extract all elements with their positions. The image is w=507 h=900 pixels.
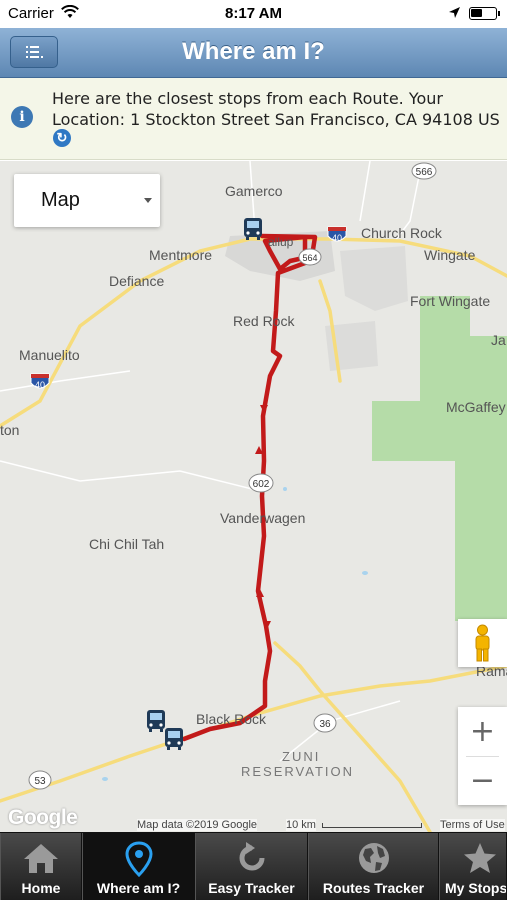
map-label-wingate: Wingate	[424, 247, 476, 263]
zoom-control: + −	[458, 707, 507, 805]
interstate-40-shield: 40	[30, 373, 50, 390]
zoom-in-button[interactable]: +	[458, 707, 507, 756]
svg-text:566: 566	[416, 167, 433, 178]
tab-routes-tracker[interactable]: Routes Tracker	[308, 833, 439, 900]
map-label-reservation: RESERVATION	[241, 764, 355, 779]
interstate-40-shield: 40	[327, 226, 347, 243]
map-type-selector[interactable]: Map	[14, 174, 160, 227]
dropdown-caret-icon	[144, 198, 152, 203]
map-label-fort-wingate: Fort Wingate	[410, 293, 491, 309]
map-label-ton: ton	[0, 422, 20, 438]
battery-icon	[469, 7, 500, 20]
tab-my-stops-label: My Stops	[445, 880, 507, 896]
route-566-shield: 566	[411, 162, 437, 180]
map-view[interactable]: Gamerco Church Rock Mentmore allup Winga…	[0, 161, 507, 832]
map-scale-bar	[322, 823, 422, 828]
tab-where-am-i-label: Where am I?	[96, 880, 181, 896]
map-label-gallup: allup	[268, 235, 294, 249]
info-text: Here are the closest stops from each Rou…	[52, 88, 504, 130]
info-text-line2: Location: 1 Stockton Street San Francisc…	[52, 110, 500, 129]
map-label-defiance: Defiance	[109, 273, 165, 289]
globe-icon	[309, 841, 438, 875]
refresh-arrow-icon	[196, 841, 307, 875]
route-36-shield: 36	[313, 713, 337, 733]
route-602-shield: 602	[248, 473, 274, 493]
home-icon	[1, 841, 81, 875]
tab-my-stops[interactable]: My Stops	[439, 833, 507, 900]
map-type-label: Map	[41, 189, 80, 211]
street-view-pegman-button[interactable]	[458, 619, 507, 667]
map-label-vanderwagen: Vanderwagen	[220, 510, 306, 526]
terms-of-use-link[interactable]: Terms of Use	[440, 819, 505, 831]
tab-where-am-i[interactable]: Where am I?	[82, 833, 195, 900]
map-label-church-rock: Church Rock	[361, 225, 442, 241]
national-forest-area	[372, 296, 507, 621]
svg-text:564: 564	[302, 253, 317, 263]
bus-stop-marker-icon[interactable]	[163, 727, 185, 751]
info-banner: i Here are the closest stops from each R…	[0, 78, 507, 160]
route-53-shield: 53	[28, 770, 52, 790]
tab-easy-tracker-label: Easy Tracker	[208, 880, 295, 896]
map-label-mcgaffey: McGaffey	[446, 399, 506, 415]
urban-block	[340, 246, 408, 311]
svg-text:36: 36	[319, 719, 331, 730]
pegman-icon	[475, 624, 490, 662]
zoom-out-button[interactable]: −	[458, 756, 507, 805]
battery-fill	[471, 9, 482, 17]
bus-stop-marker-icon[interactable]	[242, 217, 264, 241]
route-564-shield: 564	[298, 248, 322, 266]
location-pin-icon	[83, 841, 194, 877]
info-text-line1: Here are the closest stops from each Rou…	[52, 89, 443, 108]
status-time: 8:17 AM	[225, 5, 282, 22]
tab-bar: Home Where am I? Easy Tracker Routes Tra…	[0, 832, 507, 900]
svg-text:53: 53	[34, 776, 46, 787]
star-icon	[440, 841, 506, 875]
status-bar: Carrier 8:17 AM	[0, 0, 507, 28]
map-label-manuelito: Manuelito	[19, 347, 80, 363]
map-data-attribution: Map data ©2019 Google	[137, 819, 258, 831]
tab-easy-tracker[interactable]: Easy Tracker	[195, 833, 308, 900]
map-label-mentmore: Mentmore	[149, 247, 213, 263]
tab-routes-tracker-label: Routes Tracker	[322, 880, 425, 896]
map-label-black-rock: Black Rock	[196, 711, 267, 727]
svg-text:40: 40	[35, 380, 45, 390]
svg-text:40: 40	[332, 233, 342, 243]
info-icon: i	[11, 106, 33, 128]
map-scale-label: 10 km	[286, 819, 316, 831]
map-label-ja: Ja	[491, 332, 506, 348]
page-title: Where am I?	[182, 38, 325, 65]
svg-text:602: 602	[253, 479, 270, 490]
map-label-zuni: ZUNI	[282, 749, 321, 764]
map-label-chi-chil-tah: Chi Chil Tah	[89, 536, 165, 552]
refresh-icon[interactable]: ↻	[53, 129, 71, 147]
map-attribution-bar: Map data ©2019 Google 10 km Terms of Use	[0, 819, 507, 832]
tab-home-label: Home	[21, 880, 61, 896]
location-arrow-icon	[448, 6, 461, 23]
map-label-gamerco: Gamerco	[225, 183, 283, 199]
tab-home[interactable]: Home	[0, 833, 82, 900]
nav-header: Where am I?	[0, 28, 507, 78]
water-features	[102, 487, 368, 781]
map-label-red-rock: Red Rock	[233, 313, 295, 329]
